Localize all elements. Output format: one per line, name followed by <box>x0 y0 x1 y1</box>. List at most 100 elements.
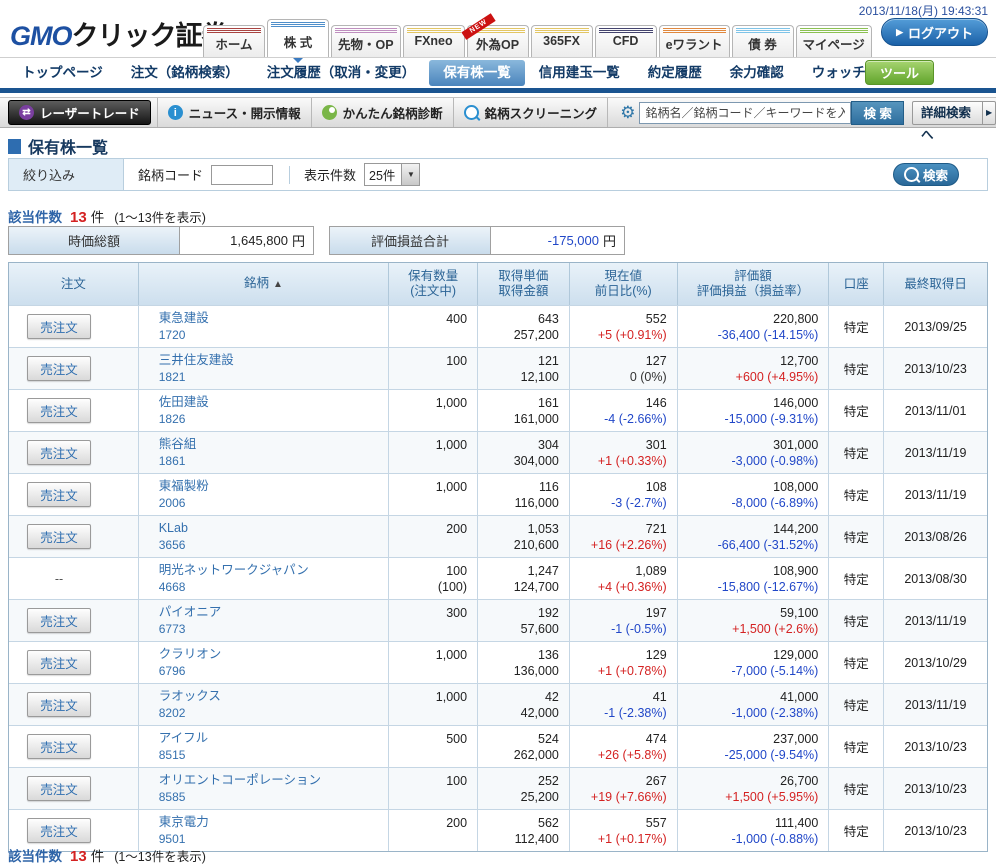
subnav-item[interactable]: 余力確認 <box>716 60 798 86</box>
cost-cell: 121 12,100 <box>478 348 570 389</box>
header-cost: 取得単価取得金額 <box>478 263 570 305</box>
price-cell: 197 -1 (-0.5%) <box>570 600 678 641</box>
logout-button[interactable]: ▶ ログアウト <box>881 18 988 46</box>
stock-code: 3656 <box>159 538 186 552</box>
stock-name-link[interactable]: 東京電力 <box>159 814 389 831</box>
cost-cell: 136 136,000 <box>478 642 570 683</box>
sell-order-button[interactable]: 売注文 <box>27 608 91 633</box>
stock-name-link[interactable]: アイフル <box>159 730 389 747</box>
valuation-cell: 144,200 -66,400 (-31.52%) <box>678 516 830 557</box>
profit-loss: +1,500 (+2.6%) <box>678 621 819 637</box>
symbol-search-input[interactable] <box>639 102 851 124</box>
tab-label: 先物・OP <box>338 38 394 52</box>
stock-name-link[interactable]: ラオックス <box>159 688 389 705</box>
product-tab[interactable]: 先物・OP <box>331 25 401 57</box>
symbol-search-button[interactable]: 検 索 <box>851 101 904 125</box>
subnav-item[interactable]: 約定履歴 <box>634 60 716 86</box>
account-cell: 特定 <box>829 768 884 809</box>
total-pl-unit: 円 <box>603 231 616 250</box>
sell-order-button[interactable]: 売注文 <box>27 524 91 549</box>
subnav-item[interactable]: 信用建玉一覧 <box>525 60 634 86</box>
account-cell: 特定 <box>829 600 884 641</box>
stock-cell: アイフル 8515 <box>139 726 390 767</box>
product-tab[interactable]: マイページ <box>796 25 872 57</box>
stock-name-link[interactable]: クラリオン <box>159 646 389 663</box>
product-tab[interactable]: NEW 外為OP <box>467 25 529 57</box>
product-tab[interactable]: 株 式 <box>267 19 329 57</box>
stock-name-link[interactable]: 明光ネットワークジャパン <box>159 562 389 579</box>
sell-order-button[interactable]: 売注文 <box>27 440 91 465</box>
subnav-item[interactable]: 保有株一覧 <box>429 60 525 86</box>
quantity-cell: 1,000 <box>389 474 478 515</box>
order-cell: 売注文 <box>9 390 139 431</box>
unit-cost: 252 <box>478 773 559 789</box>
subnav-item[interactable]: 注文（銘柄検索） <box>117 60 253 86</box>
sell-order-button[interactable]: 売注文 <box>27 314 91 339</box>
product-tab[interactable]: 債 券 <box>732 25 794 57</box>
quantity-cell: 400 <box>389 306 478 347</box>
price-cell: 41 -1 (-2.38%) <box>570 684 678 725</box>
logo-gmo-text: GMO <box>10 21 72 51</box>
laser-trade-icon: ⇄ <box>19 105 34 120</box>
sell-order-button[interactable]: 売注文 <box>27 650 91 675</box>
sell-order-button[interactable]: 売注文 <box>27 776 91 801</box>
subnav-item[interactable]: 注文履歴（取消・変更） <box>253 60 430 86</box>
stock-name-link[interactable]: 東福製粉 <box>159 478 389 495</box>
news-disclosure-link[interactable]: i ニュース・開示情報 <box>157 98 312 127</box>
order-cell: 売注文 <box>9 600 139 641</box>
quantity-held: 200 <box>389 521 467 537</box>
table-row: 売注文 東福製粉 2006 1,000 116 116,000 108 -3 (… <box>9 473 987 515</box>
sell-order-button[interactable]: 売注文 <box>27 482 91 507</box>
product-tab[interactable]: 365FX <box>531 25 593 57</box>
advanced-search-button[interactable]: 詳細検索へ ▶ <box>912 101 996 125</box>
stock-name-link[interactable]: KLab <box>159 520 389 537</box>
stock-screening-link[interactable]: 銘柄スクリーニング <box>454 98 609 127</box>
stock-screening-label: 銘柄スクリーニング <box>485 103 598 122</box>
account-cell: 特定 <box>829 642 884 683</box>
app-logo[interactable]: GMOクリック証券 <box>10 14 228 53</box>
tab-stripe <box>736 28 790 33</box>
stock-code: 8515 <box>159 748 186 762</box>
total-cost: 304,000 <box>478 453 559 469</box>
date-cell: 2013/09/25 <box>884 306 987 347</box>
account-type: 特定 <box>844 695 869 714</box>
quantity-cell: 1,000 <box>389 432 478 473</box>
tab-stripe <box>407 28 461 33</box>
account-type: 特定 <box>844 611 869 630</box>
sell-order-button[interactable]: 売注文 <box>27 356 91 381</box>
display-count-select[interactable]: 25件 ▼ <box>364 163 420 186</box>
tools-button[interactable]: ツール <box>865 60 934 85</box>
product-tab[interactable]: ホーム <box>203 25 265 57</box>
magnifier-icon <box>464 105 479 120</box>
product-tab[interactable]: eワラント <box>659 25 730 57</box>
gear-icon[interactable]: ⚙ <box>620 103 635 123</box>
stock-name-link[interactable]: オリエントコーポレーション <box>159 772 389 789</box>
stock-code-input[interactable] <box>211 165 273 185</box>
unit-cost: 524 <box>478 731 559 747</box>
profit-loss: +1,500 (+5.95%) <box>678 789 819 805</box>
sell-order-button[interactable]: 売注文 <box>27 692 91 717</box>
sell-order-button[interactable]: 売注文 <box>27 734 91 759</box>
quantity-held: 500 <box>389 731 467 747</box>
header-name[interactable]: 銘柄▲ <box>139 263 389 305</box>
new-badge: NEW <box>461 13 496 40</box>
product-tab[interactable]: FXneo <box>403 25 465 57</box>
stock-name-link[interactable]: 東急建設 <box>159 310 389 327</box>
sell-order-button[interactable]: 売注文 <box>27 398 91 423</box>
laser-trade-button[interactable]: ⇄ レーザートレード <box>8 100 151 125</box>
table-row: 売注文 三井住友建設 1821 100 121 12,100 127 0 (0%… <box>9 347 987 389</box>
stock-name-link[interactable]: 熊谷組 <box>159 436 389 453</box>
easy-diagnosis-link[interactable]: かんたん銘柄診断 <box>312 98 454 127</box>
stock-name-link[interactable]: 三井住友建設 <box>159 352 389 369</box>
product-tab[interactable]: CFD <box>595 25 657 57</box>
profit-loss: -3,000 (-0.98%) <box>678 453 819 469</box>
stock-cell: オリエントコーポレーション 8585 <box>139 768 390 809</box>
sell-order-button[interactable]: 売注文 <box>27 818 91 843</box>
unit-cost: 42 <box>478 689 559 705</box>
filter-search-button[interactable]: 検索 <box>893 163 959 186</box>
stock-name-link[interactable]: パイオニア <box>159 604 389 621</box>
subnav-item[interactable]: トップページ <box>8 60 117 86</box>
account-cell: 特定 <box>829 432 884 473</box>
sell-order-button[interactable]: -- <box>27 571 91 587</box>
stock-name-link[interactable]: 佐田建設 <box>159 394 389 411</box>
